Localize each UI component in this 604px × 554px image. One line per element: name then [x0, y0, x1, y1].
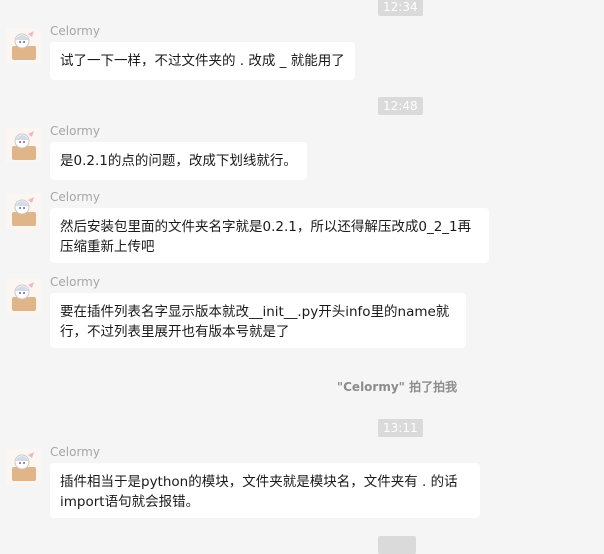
sender-name: Celormy	[50, 445, 100, 459]
timestamp: 13:11	[378, 419, 423, 437]
sender-name: Celormy	[50, 24, 100, 38]
sender-name: Celormy	[50, 124, 100, 138]
message-bubble[interactable]: 是0.2.1的点的问题，改成下划线就行。	[50, 142, 307, 180]
message-bubble[interactable]: 插件相当于是python的模块，文件夹就是模块名，文件夹有 . 的话import…	[50, 463, 480, 518]
sender-name: Celormy	[50, 190, 100, 204]
message-bubble[interactable]: 然后安装包里面的文件夹名字就是0.2.1，所以还得解压改成0_2_1再压缩重新上…	[50, 208, 489, 263]
anime-girl-avatar-icon[interactable]	[6, 128, 41, 163]
pat-notice: "Celormy" 拍了拍我	[336, 380, 458, 394]
sender-name: Celormy	[50, 275, 100, 289]
timestamp: 12:48	[378, 97, 423, 115]
anime-girl-avatar-icon[interactable]	[6, 449, 41, 484]
anime-girl-avatar-icon[interactable]	[6, 194, 41, 229]
message-bubble[interactable]: 试了一下一样，不过文件夹的 . 改成 _ 就能用了	[50, 42, 355, 80]
timestamp	[378, 536, 416, 554]
anime-girl-avatar-icon[interactable]	[6, 279, 41, 314]
anime-girl-avatar-icon[interactable]	[6, 28, 41, 63]
timestamp: 12:34	[378, 0, 423, 16]
chat-history[interactable]: 12:34 Celormy 试了一下一样，不过文件夹的 . 改成 _ 就能用了 …	[0, 0, 604, 554]
message-bubble[interactable]: 要在插件列表名字显示版本就改__init__.py开头info里的name就行，…	[50, 293, 466, 348]
